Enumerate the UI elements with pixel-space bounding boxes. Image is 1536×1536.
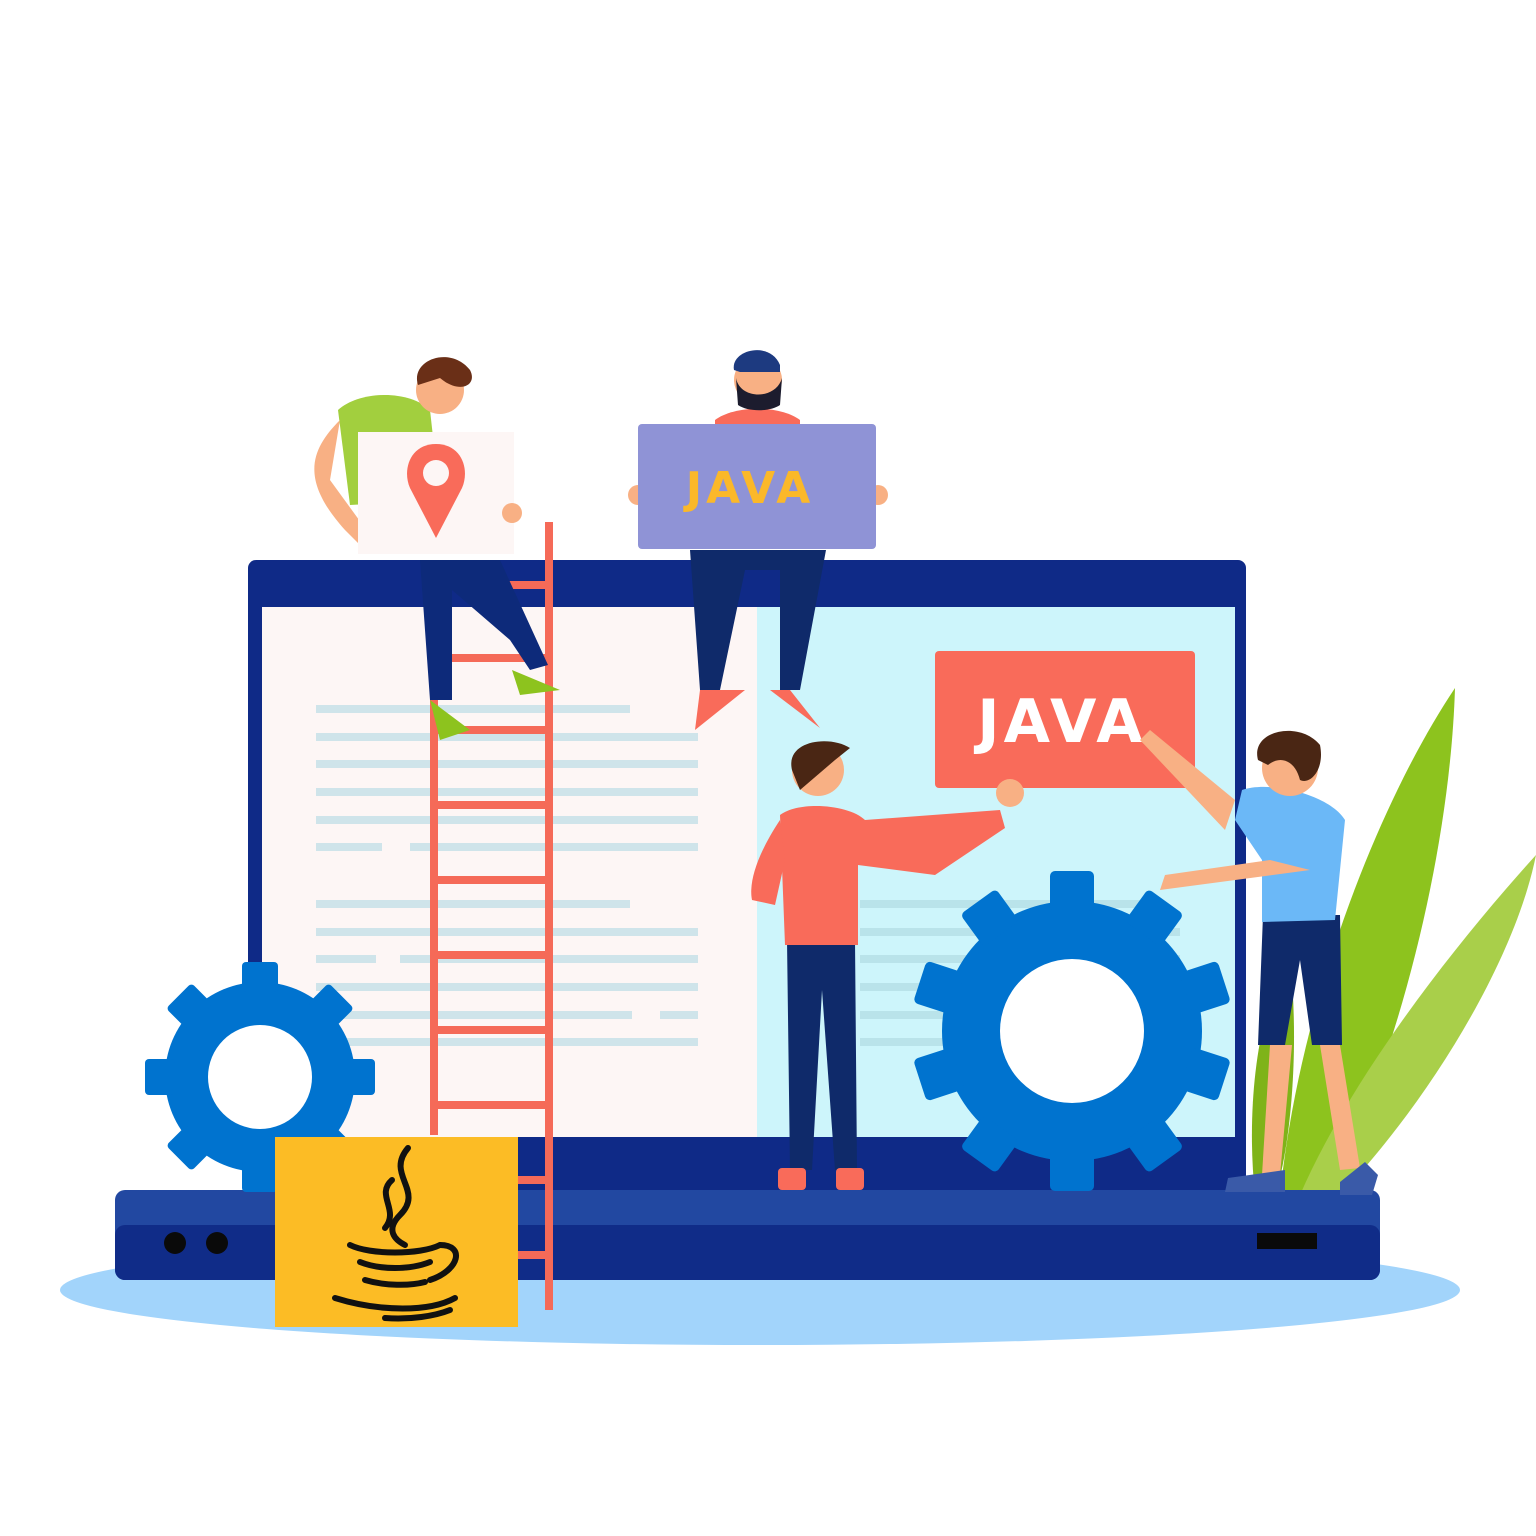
base-dot-left	[164, 1232, 186, 1254]
illustration-canvas: JAVA JAVA	[60, 350, 1536, 1345]
base-slot	[1257, 1233, 1317, 1249]
base-dot-right	[206, 1232, 228, 1254]
held-sign-label: JAVA	[683, 463, 815, 514]
screen-sign-label: JAVA	[973, 687, 1147, 757]
java-logo-tile	[275, 1137, 518, 1327]
